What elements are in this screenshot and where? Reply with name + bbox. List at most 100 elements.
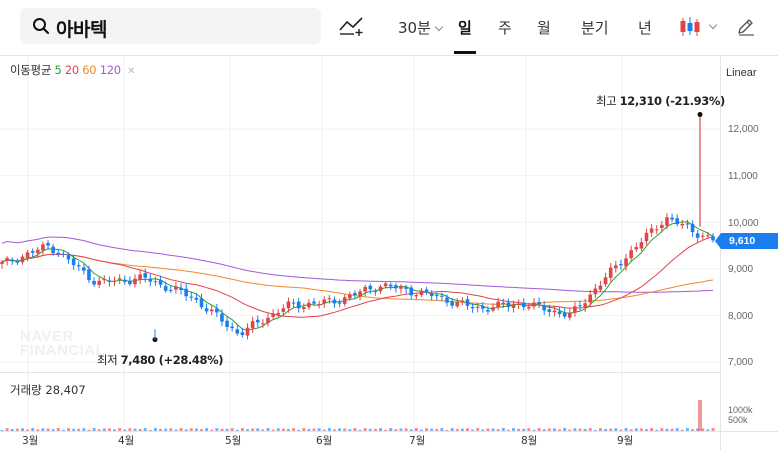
candle-body bbox=[342, 297, 347, 304]
x-tick: 5월 bbox=[225, 435, 242, 447]
candle-body bbox=[56, 252, 61, 255]
candle-body bbox=[179, 287, 183, 290]
candle-body bbox=[322, 299, 327, 304]
candle-body bbox=[204, 308, 209, 312]
candle-body bbox=[700, 235, 705, 237]
moving-average-legend[interactable]: 이동평균 5 20 60 120 ✕ bbox=[10, 62, 136, 78]
volume-label[interactable]: 거래량 28,407 bbox=[10, 382, 86, 398]
ma20-line bbox=[1, 236, 714, 318]
candle-body bbox=[491, 307, 495, 311]
candle-body bbox=[629, 250, 633, 259]
candle-body bbox=[158, 280, 163, 285]
candle-body bbox=[271, 313, 275, 317]
candle-body bbox=[573, 306, 577, 313]
candle-body bbox=[51, 246, 55, 254]
candle-body bbox=[434, 295, 439, 297]
price-chart[interactable] bbox=[0, 56, 720, 450]
period-quarter-tab[interactable]: 분기 bbox=[581, 17, 609, 38]
candle-body bbox=[332, 299, 337, 304]
candle-body bbox=[429, 293, 434, 297]
candle-body bbox=[450, 301, 454, 306]
candle-body bbox=[639, 242, 644, 249]
volume-spike-bar bbox=[698, 400, 702, 431]
chart-toolbar: 아바텍 30분 일 주 월 분기 년 bbox=[0, 0, 778, 56]
candle-body bbox=[312, 301, 316, 304]
candle-body bbox=[419, 290, 424, 295]
draw-indicator-icon[interactable] bbox=[338, 15, 366, 37]
candle-body bbox=[619, 264, 623, 266]
candle-body bbox=[301, 307, 306, 310]
candle-body bbox=[82, 267, 86, 271]
candle-body bbox=[399, 286, 403, 289]
candle-body bbox=[363, 286, 367, 292]
candle-body bbox=[327, 298, 332, 300]
candle-body bbox=[368, 285, 373, 290]
close-icon[interactable]: ✕ bbox=[127, 66, 135, 77]
candle-body bbox=[112, 280, 117, 282]
period-week-tab[interactable]: 주 bbox=[498, 17, 512, 38]
candle-body bbox=[501, 302, 506, 304]
candle-body bbox=[654, 229, 659, 231]
scale-mode-label[interactable]: Linear bbox=[726, 67, 757, 79]
candle-body bbox=[199, 298, 204, 308]
candle-body bbox=[583, 303, 587, 308]
candle-body bbox=[10, 259, 15, 262]
candle-body bbox=[388, 284, 393, 287]
candle-body bbox=[695, 233, 700, 238]
search-query[interactable]: 아바텍 bbox=[56, 15, 107, 42]
volume-divider bbox=[0, 372, 720, 373]
candle-body bbox=[373, 290, 378, 292]
candle-body bbox=[593, 288, 598, 295]
candle-body bbox=[5, 258, 9, 262]
candle-body bbox=[220, 313, 224, 322]
y-tick: 7,000 bbox=[728, 357, 754, 368]
candle-body bbox=[614, 265, 618, 269]
candle-body bbox=[404, 287, 408, 289]
candle-body bbox=[245, 327, 250, 336]
candle-body bbox=[496, 301, 500, 308]
candle-body bbox=[506, 302, 511, 308]
active-tab-indicator bbox=[454, 51, 476, 54]
candlestick-type-icon[interactable] bbox=[678, 15, 702, 39]
chevron-down-icon[interactable] bbox=[708, 20, 718, 30]
candle-body bbox=[685, 223, 690, 225]
period-day-tab[interactable]: 일 bbox=[458, 17, 472, 38]
candle-body bbox=[557, 311, 562, 315]
candle-body bbox=[307, 302, 311, 308]
candle-body bbox=[153, 281, 158, 283]
candle-body bbox=[675, 218, 679, 225]
ma60-label: 60 bbox=[82, 63, 97, 77]
candle-body bbox=[97, 280, 101, 285]
candle-body bbox=[624, 258, 628, 267]
volume-tick: 1000k bbox=[728, 405, 753, 415]
candle-body bbox=[680, 223, 685, 226]
x-tick: 9월 bbox=[617, 435, 634, 447]
period-month-tab[interactable]: 월 bbox=[537, 17, 551, 38]
candle-body bbox=[644, 232, 649, 242]
candle-body bbox=[532, 302, 536, 307]
candle-body bbox=[440, 295, 444, 297]
candle-body bbox=[92, 280, 96, 285]
candle-body bbox=[276, 312, 281, 315]
stock-search-box[interactable]: 아바텍 bbox=[20, 8, 321, 44]
candle-body bbox=[184, 288, 188, 297]
candle-body bbox=[511, 304, 516, 308]
period-year-tab[interactable]: 년 bbox=[638, 17, 652, 38]
candle-body bbox=[66, 255, 71, 260]
candle-body bbox=[470, 307, 475, 309]
y-tick: 10,000 bbox=[728, 218, 759, 229]
candle-body bbox=[240, 332, 245, 335]
candle-body bbox=[481, 306, 485, 309]
candle-body bbox=[209, 309, 214, 312]
candle-body bbox=[266, 317, 270, 324]
candle-body bbox=[547, 309, 552, 312]
candle-body bbox=[148, 278, 153, 282]
candle-body bbox=[102, 279, 107, 281]
pencil-icon[interactable] bbox=[736, 16, 756, 36]
candle-body bbox=[475, 306, 480, 308]
candle-body bbox=[670, 217, 674, 220]
x-axis-line bbox=[0, 431, 778, 432]
candle-body bbox=[455, 301, 460, 307]
period-30min-dropdown[interactable]: 30분 bbox=[398, 17, 444, 38]
naver-financial-watermark: NAVER FINANCIAL bbox=[20, 328, 106, 359]
